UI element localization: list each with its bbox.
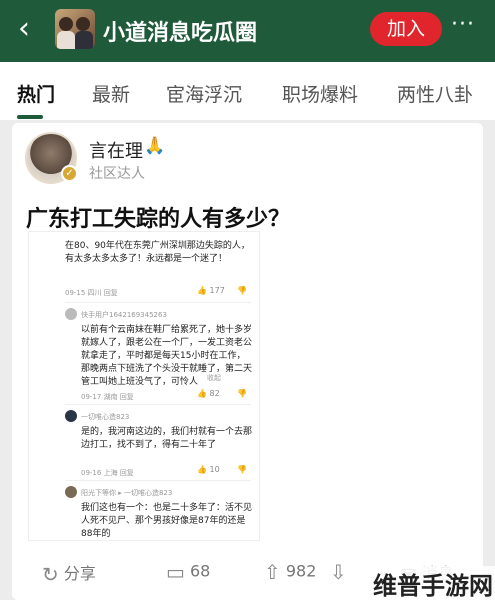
author-name[interactable]: 言在理 xyxy=(89,137,143,163)
dislike-button[interactable]: ⇩ xyxy=(330,560,347,584)
thumb-up-icon: 👍 xyxy=(197,389,207,398)
more-icon[interactable]: ··· xyxy=(451,12,475,37)
divider xyxy=(65,302,251,303)
commenter-avatar xyxy=(65,486,77,498)
author-role: 社区达人 xyxy=(89,166,145,182)
comment-count: 68 xyxy=(190,561,211,581)
share-icon: ↻ xyxy=(42,562,59,587)
share-label: 分享 xyxy=(63,564,96,583)
divider xyxy=(65,480,251,481)
like-count: 982 xyxy=(285,561,317,581)
comment-text: 我们这也有一个：也是二十多年了：活不见人死不见尸、那个男孩好像是87年的还是88… xyxy=(81,503,253,539)
comment-like-count: 82 xyxy=(209,389,220,398)
comment-button[interactable]: ▭ 68 xyxy=(166,560,210,584)
tab-hot[interactable]: 热门 xyxy=(17,80,55,107)
group-title: 小道消息吃瓜圈 xyxy=(103,21,258,46)
comment-text: 是的，我河南这边的，我们村就有一个去那边打工，找不到了，得有二十年了 xyxy=(81,427,253,450)
chevron-left-icon[interactable]: ‹ xyxy=(18,14,30,44)
comment-meta: 09-15 四川 回复 xyxy=(65,289,118,297)
thumb-down-icon: 👎 xyxy=(237,465,247,474)
comment-like: 👍 177 xyxy=(197,286,225,295)
comment-like: 👍 10 xyxy=(197,465,220,474)
post-image[interactable]: 在80、90年代在东莞广州深圳那边失踪的人，有太多太多太多了！永远都是一个迷了！… xyxy=(28,231,260,541)
comment-meta: 09-16 上海 回复 xyxy=(81,469,134,477)
pray-hands-icon: 🙏 xyxy=(144,136,166,156)
post-card[interactable]: ✓ 言在理 🙏 社区达人 广东打工失踪的人有多少？ 在80、90年代在东莞广州深… xyxy=(12,123,483,600)
thumb-up-icon: 👍 xyxy=(197,465,207,474)
join-button[interactable]: 加入 xyxy=(370,12,442,46)
commenter-avatar xyxy=(65,410,77,422)
arrow-down-icon: ⇩ xyxy=(330,560,347,584)
tab-latest[interactable]: 最新 xyxy=(92,80,130,107)
post-title[interactable]: 广东打工失踪的人有多少？ xyxy=(26,201,290,233)
share-button[interactable]: ↻ 分享 xyxy=(42,560,96,587)
comment-icon: ▭ xyxy=(166,560,185,584)
thumb-down-icon: 👎 xyxy=(237,286,247,295)
tab-bar: 热门 最新 宦海浮沉 职场爆料 两性八卦 xyxy=(0,62,495,120)
tab-gossip[interactable]: 两性八卦 xyxy=(397,80,473,107)
top-bar: ‹ 小道消息吃瓜圈 加入 ··· xyxy=(0,0,495,62)
verified-badge-icon: ✓ xyxy=(61,165,78,182)
comment-like-count: 177 xyxy=(209,286,225,295)
comment-text: 以前有个云南妹在鞋厂给累死了，她十多岁就嫁人了，跟老公在一个厂，一发工资老公就拿… xyxy=(81,325,253,387)
comment-text: 在80、90年代在东莞广州深圳那边失踪的人，有太多太多太多了！永远都是一个迷了！ xyxy=(65,241,250,264)
active-tab-indicator xyxy=(17,115,43,119)
commenter-name: 阳光下等你 ▸ 一切唯心造823 xyxy=(81,489,173,497)
thumb-down-icon: 👎 xyxy=(237,389,247,398)
like-button[interactable]: ⇧ 982 xyxy=(264,560,316,584)
comment-meta: 09-17 湖南 回复 xyxy=(81,393,134,401)
commenter-name: 快手用户1642169345263 xyxy=(81,311,167,319)
comment-like-count: 10 xyxy=(209,465,220,474)
arrow-up-icon: ⇧ xyxy=(264,560,281,584)
commenter-name: 一切唯心造823 xyxy=(81,413,130,421)
tab-officialdom[interactable]: 宦海浮沉 xyxy=(166,80,242,107)
comment-like: 👍 82 xyxy=(197,389,220,398)
commenter-avatar xyxy=(65,308,77,320)
group-avatar[interactable] xyxy=(55,9,95,49)
comment-expand: 收起 xyxy=(207,374,221,382)
divider xyxy=(65,404,251,405)
watermark-logo: 维普手游网 xyxy=(370,566,495,600)
tab-workplace[interactable]: 职场爆料 xyxy=(282,80,358,107)
thumb-up-icon: 👍 xyxy=(197,286,207,295)
